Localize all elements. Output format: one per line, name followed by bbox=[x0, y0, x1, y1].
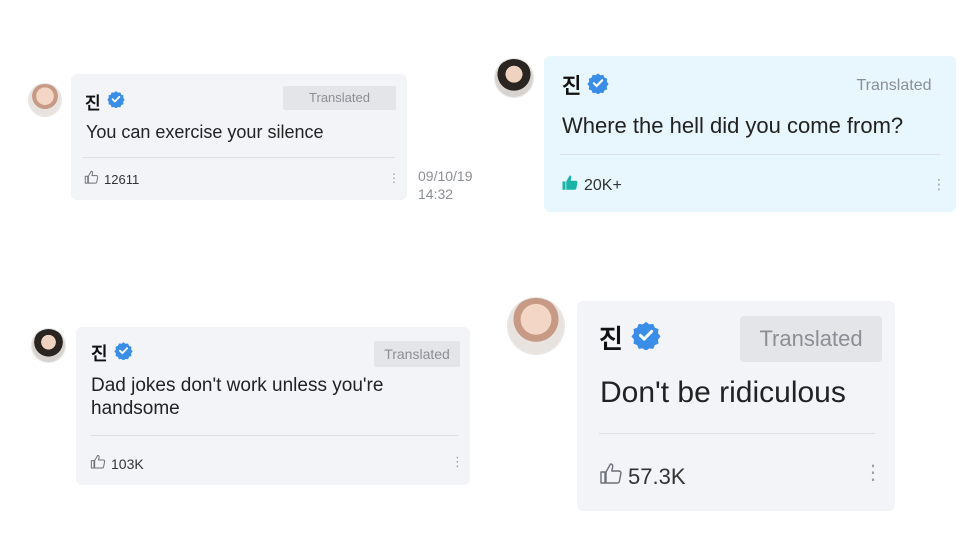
post-time: 14:32 bbox=[418, 186, 454, 202]
post-text: Dad jokes don't work unless you're hands… bbox=[91, 375, 384, 419]
thumbs-up-icon bbox=[84, 170, 99, 188]
post-text: You can exercise your silence bbox=[86, 122, 324, 142]
thumbs-up-icon bbox=[599, 462, 623, 492]
post-card-4: 진 Translated Don't be ridiculous 57.3K ⋮ bbox=[577, 301, 895, 511]
more-vertical-icon[interactable]: ⋮ bbox=[863, 463, 883, 483]
more-vertical-icon[interactable]: ⋮ bbox=[932, 177, 946, 191]
verified-badge-icon bbox=[113, 341, 133, 365]
avatar[interactable] bbox=[29, 84, 61, 116]
like-button[interactable]: 20K+ bbox=[561, 174, 622, 197]
translated-tag[interactable]: Translated bbox=[283, 86, 396, 110]
like-count: 20K+ bbox=[584, 176, 622, 194]
post-card-2: 진 Translated Where the hell did you come… bbox=[544, 56, 956, 212]
like-button[interactable]: 12611 bbox=[84, 170, 139, 188]
author-name[interactable]: 진 bbox=[562, 70, 581, 100]
divider bbox=[83, 157, 395, 158]
avatar[interactable] bbox=[508, 298, 564, 354]
like-button[interactable]: 103K bbox=[90, 454, 144, 473]
like-count: 12611 bbox=[104, 171, 140, 187]
post-card-3: 진 Translated Dad jokes don't work unless… bbox=[76, 327, 470, 485]
author-name[interactable]: 진 bbox=[85, 89, 101, 114]
verified-badge-icon bbox=[631, 320, 661, 355]
avatar[interactable] bbox=[495, 59, 533, 97]
divider bbox=[599, 433, 875, 434]
post-card-1: 진 Translated You can exercise your silen… bbox=[71, 74, 407, 200]
like-count: 103K bbox=[111, 455, 144, 472]
avatar[interactable] bbox=[32, 329, 65, 362]
thumbs-up-icon bbox=[561, 174, 579, 197]
post-text: Don't be ridiculous bbox=[600, 376, 846, 409]
translated-tag[interactable]: Translated bbox=[844, 75, 944, 97]
divider bbox=[560, 154, 940, 155]
author-name[interactable]: 진 bbox=[599, 319, 623, 356]
translated-tag[interactable]: Translated bbox=[740, 316, 882, 362]
post-date: 09/10/19 bbox=[418, 168, 473, 184]
divider bbox=[90, 435, 458, 436]
translated-tag[interactable]: Translated bbox=[374, 341, 460, 367]
more-vertical-icon[interactable]: ⋮ bbox=[451, 455, 464, 468]
like-count: 57.3K bbox=[628, 464, 686, 489]
author-name[interactable]: 진 bbox=[91, 340, 108, 366]
verified-badge-icon bbox=[106, 90, 125, 113]
thumbs-up-icon bbox=[90, 454, 106, 473]
timestamp: 09/10/19 14:32 bbox=[418, 167, 473, 203]
verified-badge-icon bbox=[587, 72, 609, 99]
like-button[interactable]: 57.3K bbox=[599, 462, 686, 492]
more-vertical-icon[interactable]: ⋮ bbox=[388, 172, 400, 184]
post-text: Where the hell did you come from? bbox=[562, 113, 904, 138]
